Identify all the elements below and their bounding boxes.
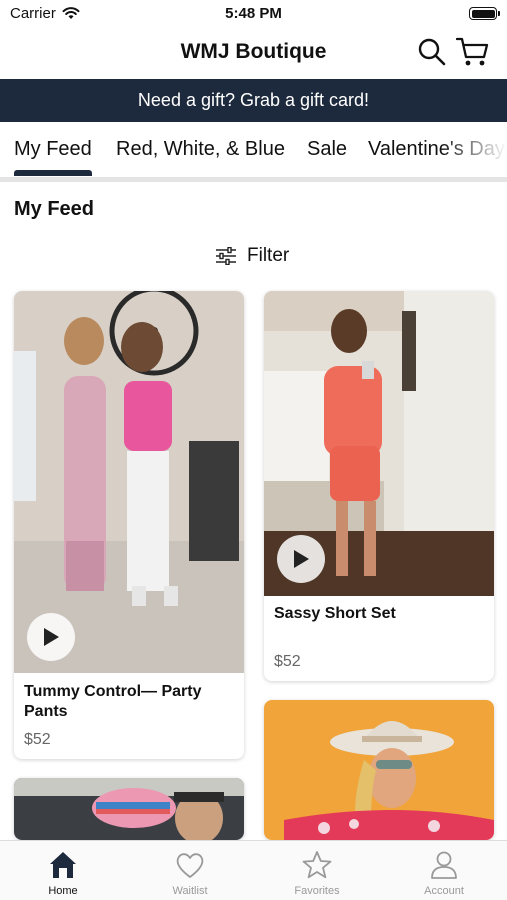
tab-red-white-blue[interactable]: Red, White, & Blue	[116, 138, 285, 161]
search-icon[interactable]	[417, 37, 447, 67]
tabs-fade	[440, 122, 507, 178]
product-card[interactable]	[14, 778, 244, 840]
product-name: Tummy Control— Party Pants	[24, 683, 202, 720]
gift-card-banner[interactable]: Need a gift? Grab a gift card!	[0, 79, 507, 122]
battery-icon	[469, 7, 500, 20]
product-photo	[264, 700, 494, 840]
app-header: WMJ Boutique	[0, 28, 507, 78]
filter-label: Filter	[247, 245, 290, 266]
tab-favorites[interactable]: Favorites	[254, 841, 380, 900]
tabs-divider	[0, 177, 507, 182]
product-name: Sassy Short Set	[274, 605, 396, 622]
product-price: $52	[274, 653, 301, 670]
star-icon	[302, 851, 332, 879]
tab-my-feed[interactable]: My Feed	[14, 138, 92, 161]
sliders-icon	[216, 247, 236, 265]
tab-account-label: Account	[424, 885, 464, 897]
status-bar: Carrier 5:48 PM	[0, 0, 507, 28]
cart-icon[interactable]	[456, 36, 490, 68]
product-price: $52	[24, 731, 51, 748]
play-icon	[294, 550, 309, 568]
tab-waitlist-label: Waitlist	[172, 885, 208, 897]
active-tab-indicator	[14, 170, 92, 176]
play-icon	[44, 628, 59, 646]
tab-account[interactable]: Account	[381, 841, 507, 900]
play-video-button[interactable]	[27, 613, 75, 661]
bottom-tab-bar: Home Waitlist Favorites Account	[0, 840, 507, 900]
product-card[interactable]	[264, 700, 494, 840]
product-card[interactable]: Sassy Short Set $52	[264, 291, 494, 681]
filter-button[interactable]: Filter	[215, 245, 289, 267]
play-video-button[interactable]	[277, 535, 325, 583]
clock: 5:48 PM	[225, 5, 282, 22]
product-card[interactable]: Tummy Control— Party Pants $52	[14, 291, 244, 759]
product-photo	[14, 778, 244, 840]
gift-card-banner-text: Need a gift? Grab a gift card!	[137, 90, 370, 110]
tab-home-label: Home	[48, 885, 78, 897]
heart-icon	[176, 853, 204, 878]
tab-home[interactable]: Home	[0, 841, 126, 900]
account-icon	[431, 851, 457, 879]
tab-sale[interactable]: Sale	[307, 138, 347, 161]
tab-waitlist[interactable]: Waitlist	[127, 841, 253, 900]
home-icon	[50, 852, 76, 878]
page-title: My Feed	[14, 198, 95, 220]
tab-favorites-label: Favorites	[294, 885, 340, 897]
